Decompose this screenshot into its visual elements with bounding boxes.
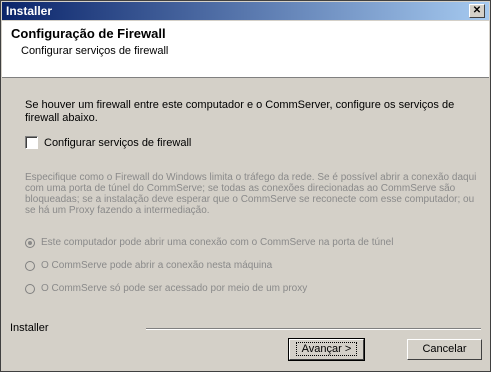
radio-commserve-opens[interactable]	[25, 260, 35, 271]
option-commserve-opens-label[interactable]: O CommServe pode abrir a conexão nesta m…	[41, 260, 272, 271]
footer-label: Installer	[10, 322, 49, 334]
cancel-button[interactable]: Cancelar	[407, 339, 482, 360]
cancel-button-label[interactable]: Cancelar	[422, 343, 466, 355]
window-title: Installer	[6, 4, 53, 18]
option-proxy-label[interactable]: O CommServe só pode ser acessado por mei…	[41, 283, 307, 294]
intro-text: Se houver um firewall entre este computa…	[25, 99, 455, 124]
option-proxy[interactable]: O CommServe só pode ser acessado por mei…	[25, 283, 307, 294]
option-tunnel-port[interactable]: Este computador pode abrir uma conexão c…	[25, 237, 393, 248]
firewall-description: Especifique como o Firewall do Windows l…	[25, 172, 477, 216]
installer-window: Installer ✕ Configuração de Firewall Con…	[0, 0, 491, 372]
radio-proxy[interactable]	[25, 283, 35, 294]
firewall-checkbox-row[interactable]: Configurar serviços de firewall	[25, 136, 191, 149]
page-title: Configuração de Firewall	[11, 26, 166, 41]
next-button-label[interactable]: Avançar >	[295, 342, 358, 356]
next-button[interactable]: Avançar >	[288, 338, 365, 361]
firewall-checkbox-label[interactable]: Configurar serviços de firewall	[44, 137, 191, 149]
option-tunnel-port-label[interactable]: Este computador pode abrir uma conexão c…	[41, 237, 393, 248]
footer-divider	[146, 328, 481, 330]
firewall-checkbox[interactable]	[25, 136, 38, 149]
close-icon[interactable]: ✕	[469, 4, 485, 18]
option-commserve-opens[interactable]: O CommServe pode abrir a conexão nesta m…	[25, 260, 272, 271]
title-bar: Installer ✕	[2, 2, 489, 20]
wizard-header: Configuração de Firewall Configurar serv…	[2, 21, 489, 78]
radio-tunnel-port[interactable]	[25, 237, 35, 248]
page-subtitle: Configurar serviços de firewall	[21, 45, 169, 57]
